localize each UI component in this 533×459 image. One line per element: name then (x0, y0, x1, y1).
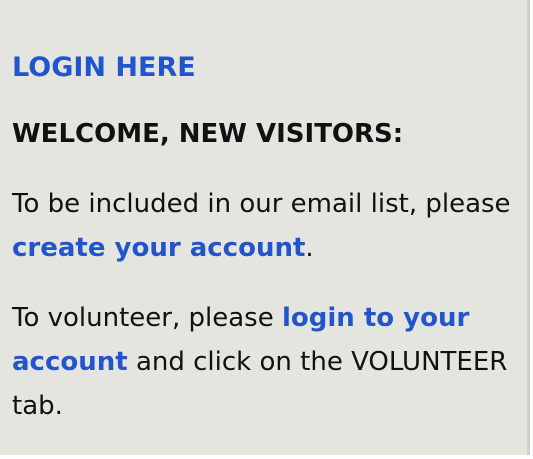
email-list-paragraph: To be included in our email list, please… (12, 182, 527, 270)
welcome-heading: WELCOME, NEW VISITORS: (12, 119, 404, 149)
email-paragraph-text-start: To be included in our email list, please (12, 189, 511, 219)
email-paragraph-text-end: . (305, 233, 314, 263)
create-account-link[interactable]: create your account (12, 233, 305, 263)
login-here-link[interactable]: LOGIN HERE (12, 48, 196, 88)
volunteer-paragraph: To volunteer, please login to your accou… (12, 296, 527, 428)
volunteer-paragraph-text-start: To volunteer, please (12, 303, 282, 333)
welcome-panel: LOGIN HERE WELCOME, NEW VISITORS: To be … (0, 0, 530, 455)
